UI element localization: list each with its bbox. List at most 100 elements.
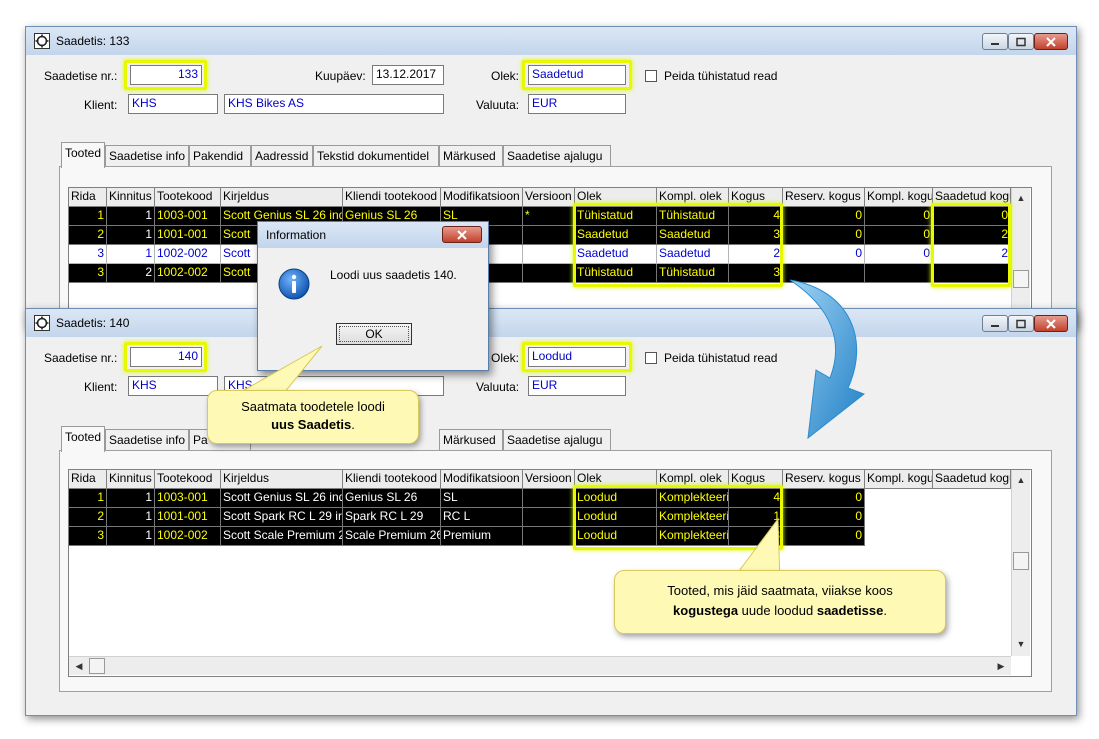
cell[interactable]: SL: [441, 489, 523, 508]
cell[interactable]: 1002-002: [155, 245, 221, 264]
cell[interactable]: Tühistatud: [657, 264, 729, 283]
maximize-button[interactable]: [1008, 315, 1034, 332]
cell[interactable]: 0: [865, 207, 933, 226]
cell[interactable]: 1: [107, 245, 155, 264]
col-saadetud-kogus[interactable]: Saadetud kogus: [933, 188, 1011, 207]
col-kirjeldus[interactable]: Kirjeldus: [221, 188, 343, 207]
cell[interactable]: 1: [69, 489, 107, 508]
minimize-button[interactable]: [982, 33, 1008, 50]
close-button[interactable]: [1034, 315, 1068, 332]
peida-checkbox[interactable]: [645, 352, 657, 364]
cell[interactable]: Tühistatud: [657, 207, 729, 226]
scroll-thumb[interactable]: [1013, 270, 1029, 288]
cell[interactable]: Tühistatud: [575, 207, 657, 226]
col-olek[interactable]: Olek: [575, 188, 657, 207]
cell[interactable]: [523, 245, 575, 264]
cell[interactable]: [523, 527, 575, 546]
cell[interactable]: 1001-001: [155, 508, 221, 527]
saadetise-nr-field[interactable]: 140: [130, 347, 202, 367]
cell[interactable]: Scott Spark RC L 29 ir: [221, 508, 343, 527]
valuuta-field[interactable]: EUR: [528, 94, 626, 114]
vertical-scrollbar[interactable]: ▲: [1011, 188, 1030, 326]
olek-field[interactable]: Saadetud: [528, 65, 626, 85]
klient-name-field[interactable]: KHS Bikes AS: [224, 94, 444, 114]
cell[interactable]: 0: [783, 226, 865, 245]
col-saadetud-kogus[interactable]: Saadetud kogus: [933, 470, 1011, 489]
ok-button[interactable]: OK: [336, 323, 412, 345]
cell[interactable]: Saadetud: [575, 245, 657, 264]
col-tootekood[interactable]: Tootekood: [155, 188, 221, 207]
cell[interactable]: Komplekteeritud: [657, 508, 729, 527]
col-kinnitus[interactable]: Kinnitus: [107, 188, 155, 207]
col-kompl-kogus[interactable]: Kompl. kogus: [865, 188, 933, 207]
col-kogus[interactable]: Kogus: [729, 470, 783, 489]
cell[interactable]: RC L: [441, 508, 523, 527]
cell[interactable]: 1: [107, 508, 155, 527]
tab-markused[interactable]: Märkused: [439, 429, 503, 451]
cell[interactable]: 1002-002: [155, 264, 221, 283]
tab-saadetise-info[interactable]: Saadetise info: [105, 429, 189, 451]
cell[interactable]: 4: [729, 207, 783, 226]
tab-saadetise-info[interactable]: Saadetise info: [105, 145, 189, 167]
cell[interactable]: Komplekteeritud: [657, 527, 729, 546]
cell[interactable]: 3: [729, 226, 783, 245]
dialog-close-button[interactable]: [442, 226, 482, 243]
col-kompl-olek[interactable]: Kompl. olek: [657, 188, 729, 207]
col-modifikatsioon[interactable]: Modifikatsioon: [441, 188, 523, 207]
cell[interactable]: 0: [865, 226, 933, 245]
cell[interactable]: 3: [69, 264, 107, 283]
peida-checkbox[interactable]: [645, 70, 657, 82]
close-button[interactable]: [1034, 33, 1068, 50]
horizontal-scrollbar[interactable]: ◀ ▶: [69, 656, 1011, 675]
cell[interactable]: 1001-001: [155, 226, 221, 245]
klient-code-field[interactable]: KHS: [128, 376, 218, 396]
olek-field[interactable]: Loodud: [528, 347, 626, 367]
scroll-right-icon[interactable]: ▶: [993, 658, 1009, 674]
col-rida[interactable]: Rida: [69, 188, 107, 207]
cell[interactable]: 0: [783, 207, 865, 226]
col-kompl-kogus[interactable]: Kompl. kogus: [865, 470, 933, 489]
cell[interactable]: [523, 264, 575, 283]
col-kliendi-tootekood[interactable]: Kliendi tootekood: [343, 188, 441, 207]
cell[interactable]: 2: [933, 245, 1011, 264]
col-kogus[interactable]: Kogus: [729, 188, 783, 207]
col-versioon[interactable]: Versioon: [523, 188, 575, 207]
cell[interactable]: 1002-002: [155, 527, 221, 546]
col-reserv-kogus[interactable]: Reserv. kogus: [783, 188, 865, 207]
col-kirjeldus[interactable]: Kirjeldus: [221, 470, 343, 489]
cell[interactable]: 3: [729, 264, 783, 283]
cell[interactable]: Saadetud: [657, 245, 729, 264]
cell[interactable]: 4: [729, 489, 783, 508]
cell[interactable]: 2: [69, 508, 107, 527]
tab-tooted[interactable]: Tooted: [61, 426, 105, 452]
klient-code-field[interactable]: KHS: [128, 94, 218, 114]
titlebar[interactable]: Saadetis: 133: [26, 27, 1076, 55]
minimize-button[interactable]: [982, 315, 1008, 332]
cell[interactable]: Saadetud: [657, 226, 729, 245]
cell[interactable]: Scott Genius SL 26 ind: [221, 489, 343, 508]
scroll-thumb[interactable]: [1013, 552, 1029, 570]
maximize-button[interactable]: [1008, 33, 1034, 50]
cell[interactable]: [933, 264, 1011, 283]
cell[interactable]: [523, 508, 575, 527]
cell[interactable]: 1: [69, 207, 107, 226]
cell[interactable]: Tühistatud: [575, 264, 657, 283]
dialog-titlebar[interactable]: Information: [258, 222, 488, 248]
cell[interactable]: Loodud: [575, 508, 657, 527]
kuupaev-field[interactable]: 13.12.2017: [372, 65, 444, 85]
cell[interactable]: Scale Premium 26: [343, 527, 441, 546]
col-kinnitus[interactable]: Kinnitus: [107, 470, 155, 489]
cell[interactable]: 2: [69, 226, 107, 245]
saadetise-nr-field[interactable]: 133: [130, 65, 202, 85]
scroll-up-icon[interactable]: ▲: [1013, 472, 1029, 488]
cell[interactable]: 1003-001: [155, 207, 221, 226]
col-olek[interactable]: Olek: [575, 470, 657, 489]
scroll-thumb-horizontal[interactable]: [89, 658, 105, 674]
cell[interactable]: 2: [729, 245, 783, 264]
cell[interactable]: Loodud: [575, 527, 657, 546]
scroll-up-icon[interactable]: ▲: [1013, 190, 1029, 206]
tab-pakendid[interactable]: Pakendid: [189, 145, 251, 167]
cell[interactable]: 1: [107, 207, 155, 226]
cell[interactable]: Genius SL 26: [343, 489, 441, 508]
cell[interactable]: 2: [933, 226, 1011, 245]
